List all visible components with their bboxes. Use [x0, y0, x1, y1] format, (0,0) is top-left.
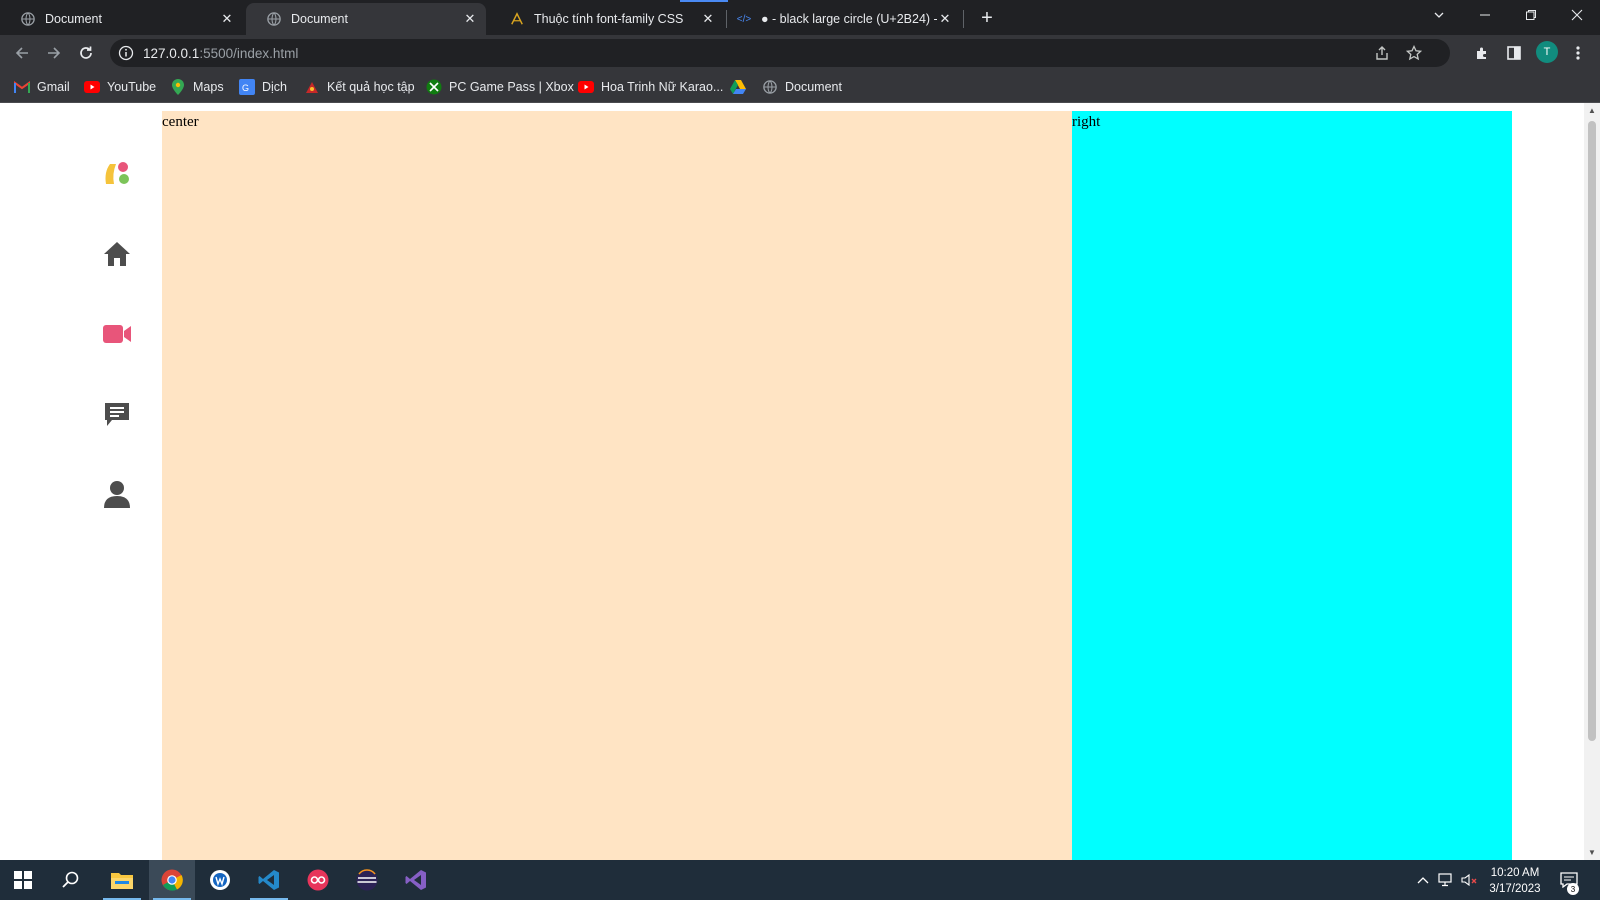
youtube-icon	[578, 79, 594, 95]
extensions-icon[interactable]	[1470, 41, 1494, 65]
logo-icon[interactable]	[102, 158, 132, 188]
bookmarks-bar: Gmail YouTube Maps G Dịch Kết quả học tậ…	[0, 71, 1600, 103]
volume-muted-icon[interactable]	[1460, 860, 1480, 900]
bookmark-hoa-trinh-nu[interactable]: Hoa Trinh Nữ Karao...	[578, 78, 723, 96]
info-icon[interactable]	[118, 45, 134, 61]
svg-text:G: G	[242, 83, 249, 93]
new-tab-button[interactable]: +	[975, 6, 999, 30]
tab-search-icon[interactable]	[1416, 0, 1462, 30]
site-icon	[509, 11, 525, 27]
search-icon[interactable]	[48, 860, 94, 900]
page-viewport: center right	[0, 103, 1584, 860]
app-icon[interactable]	[295, 860, 341, 900]
bookmark-document[interactable]: Document	[762, 78, 842, 96]
reload-icon[interactable]	[74, 41, 98, 65]
chat-icon[interactable]	[102, 399, 132, 429]
tray-overflow-icon[interactable]	[1414, 860, 1432, 900]
back-icon[interactable]	[10, 41, 34, 65]
school-icon	[304, 79, 320, 95]
video-icon[interactable]	[102, 319, 132, 349]
url-host: 127.0.0.1	[143, 46, 200, 61]
user-icon[interactable]	[102, 479, 132, 509]
system-clock[interactable]: 10:20 AM 3/17/2023	[1480, 865, 1550, 897]
gmail-icon	[14, 79, 30, 95]
scroll-down-icon[interactable]: ▼	[1588, 848, 1596, 857]
bookmark-label: Kết quả học tập	[327, 80, 415, 94]
close-icon[interactable]: ✕	[937, 11, 953, 27]
notification-count-badge: 3	[1567, 883, 1579, 895]
bookmark-star-icon[interactable]	[1404, 43, 1424, 63]
url-path: :5500/index.html	[199, 46, 299, 61]
tab-title: Document	[291, 12, 348, 26]
tab-loading-indicator	[680, 0, 728, 2]
start-icon[interactable]	[0, 860, 46, 900]
bookmark-label: Dịch	[262, 80, 288, 94]
bookmark-youtube[interactable]: YouTube	[84, 78, 156, 96]
tab-document-2[interactable]: Document ✕	[246, 3, 486, 35]
app-icon[interactable]	[197, 860, 243, 900]
close-icon[interactable]: ✕	[462, 11, 478, 27]
right-label: right	[1072, 114, 1101, 130]
bookmark-label: Maps	[193, 80, 224, 94]
xbox-icon	[426, 79, 442, 95]
tab-font-family[interactable]: Thuộc tính font-family CSS ✕	[489, 3, 724, 35]
youtube-icon	[84, 79, 100, 95]
maps-icon	[170, 79, 186, 95]
browser-toolbar: 127.0.0.1:5500/index.html T	[0, 35, 1600, 71]
minimize-icon[interactable]	[1462, 0, 1508, 30]
center-label: center	[162, 114, 199, 130]
vscode-icon[interactable]	[246, 860, 292, 900]
clock-time: 10:20 AM	[1490, 867, 1540, 879]
globe-icon	[266, 11, 282, 27]
close-window-icon[interactable]	[1554, 0, 1600, 30]
file-explorer-icon[interactable]	[99, 860, 145, 900]
forward-icon[interactable]	[42, 41, 66, 65]
scroll-up-icon[interactable]: ▲	[1588, 106, 1596, 115]
tab-separator	[963, 10, 964, 28]
close-icon[interactable]: ✕	[700, 11, 716, 27]
clock-date: 3/17/2023	[1489, 883, 1541, 895]
translate-icon: G	[239, 79, 255, 95]
right-panel: right	[1072, 111, 1512, 860]
bookmark-gmail[interactable]: Gmail	[14, 78, 70, 96]
network-icon[interactable]	[1436, 860, 1456, 900]
bookmark-label: PC Game Pass | Xbox	[449, 80, 574, 94]
bookmark-label: YouTube	[107, 80, 157, 94]
globe-icon	[762, 79, 778, 95]
bookmark-drive[interactable]	[730, 78, 753, 96]
code-icon: </>	[736, 13, 752, 25]
chrome-icon[interactable]	[149, 860, 195, 900]
bookmark-label: Gmail	[37, 80, 70, 94]
eclipse-icon[interactable]	[344, 860, 390, 900]
tab-black-circle[interactable]: </> ● - black large circle (U+2B24) - ✕	[716, 3, 961, 35]
visual-studio-icon[interactable]	[393, 860, 439, 900]
bookmark-maps[interactable]: Maps	[170, 78, 224, 96]
bookmark-translate[interactable]: G Dịch	[239, 78, 287, 96]
bookmark-label: Hoa Trinh Nữ Karao...	[601, 80, 724, 94]
tab-title: Document	[45, 12, 102, 26]
vertical-scrollbar[interactable]: ▲ ▼	[1584, 103, 1600, 860]
profile-avatar[interactable]: T	[1536, 41, 1558, 63]
drive-icon	[730, 79, 746, 95]
tab-title: Thuộc tính font-family CSS	[534, 12, 684, 26]
side-panel-icon[interactable]	[1502, 41, 1526, 65]
tab-strip: Document ✕ Document ✕ Thuộc tính font-fa…	[0, 0, 1600, 35]
tab-document-1[interactable]: Document ✕	[0, 3, 243, 35]
globe-icon	[20, 11, 36, 27]
center-panel: center	[162, 111, 1072, 860]
bookmark-label: Document	[785, 80, 842, 94]
tab-title: ● - black large circle (U+2B24) -	[761, 12, 937, 26]
restore-icon[interactable]	[1508, 0, 1554, 30]
windows-taskbar: 10:20 AM 3/17/2023	[0, 860, 1600, 900]
home-icon[interactable]	[102, 239, 132, 269]
bookmark-xbox[interactable]: PC Game Pass | Xbox	[426, 78, 574, 96]
close-icon[interactable]: ✕	[219, 11, 235, 27]
menu-kebab-icon[interactable]	[1566, 41, 1590, 65]
share-icon[interactable]	[1372, 43, 1392, 63]
bookmark-ket-qua[interactable]: Kết quả học tập	[304, 78, 415, 96]
scroll-thumb[interactable]	[1588, 121, 1596, 741]
url-text: 127.0.0.1:5500/index.html	[143, 46, 298, 61]
address-bar[interactable]: 127.0.0.1:5500/index.html	[110, 39, 1450, 67]
